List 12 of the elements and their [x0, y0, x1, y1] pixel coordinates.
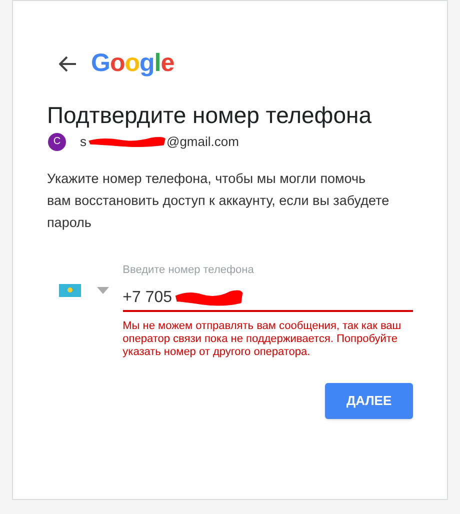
- google-logo: Google: [91, 51, 174, 76]
- phone-input-field[interactable]: +7 705: [122, 286, 413, 312]
- field-label: Введите номер телефона: [122, 262, 255, 278]
- description-text: Укажите номер телефона, чтобы мы могли помочь вам восстановить доступ к аккаунту, если вы забудете пароль: [47, 170, 390, 232]
- caret-icon[interactable]: [97, 286, 109, 294]
- email-text: s @gmail.com: [80, 133, 239, 151]
- next-button[interactable]: ДАЛЕЕ: [325, 383, 413, 419]
- error-message: Мы не можем отправлять вам сообщения, так как ваш оператор связи пока не поддерживается. Попробуйте указать номер от другого оператора.: [122, 320, 402, 359]
- avatar: C: [48, 132, 66, 151]
- page-title: Подтвердите номер телефона: [47, 101, 373, 130]
- flag-icon[interactable]: [59, 284, 81, 296]
- back-arrow-icon[interactable]: [59, 56, 77, 72]
